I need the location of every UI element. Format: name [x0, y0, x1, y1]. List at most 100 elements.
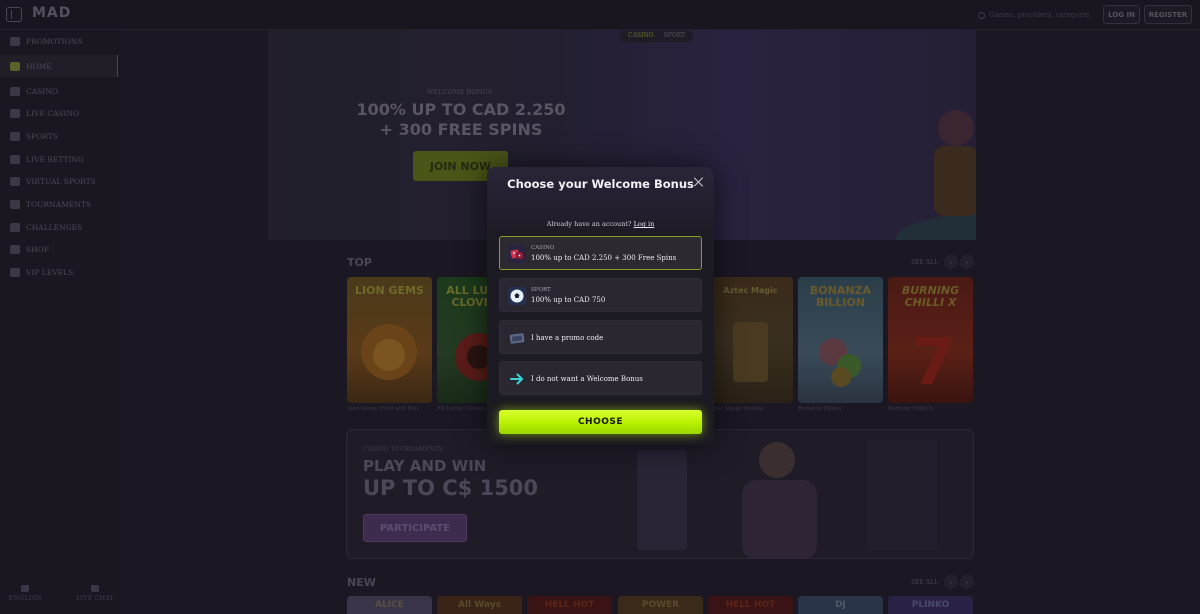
game-art-title: LION GEMS — [355, 284, 424, 297]
new-game-card[interactable]: DJ — [798, 596, 883, 614]
tournament-title-line2: UP TO C$ 1500 — [363, 476, 539, 500]
game-name: Lion Gems: Hold and Win — [347, 406, 419, 412]
game-card-bonanza-billion[interactable]: BONANZA BILLION — [798, 277, 883, 403]
sidebar-item-label: SPORTS — [26, 131, 58, 141]
language-button[interactable]: ENGLISH — [0, 585, 50, 602]
close-icon[interactable] — [693, 176, 705, 188]
game-card-lion-gems[interactable]: LION GEMS — [347, 277, 432, 403]
search-input[interactable] — [989, 11, 1089, 19]
sidebar-item-virtual-sports[interactable]: VIRTUAL SPORTS — [0, 170, 118, 192]
top-bar: MAD LOG IN REGISTER — [0, 0, 1200, 30]
sidebar-item-label: HOME — [26, 61, 52, 71]
participate-button[interactable]: PARTICIPATE — [363, 514, 467, 542]
game-art-title: ALICE — [375, 600, 404, 610]
tab-casino[interactable]: CASINO — [628, 32, 654, 40]
sidebar-toggle-icon[interactable] — [6, 7, 22, 22]
game-art-title: BURNING CHILLI X — [901, 284, 960, 309]
crown-icon — [10, 267, 20, 277]
new-game-card[interactable]: PLINKO — [888, 596, 973, 614]
game-art-title: All Ways — [458, 600, 501, 610]
flag-icon — [21, 585, 29, 592]
hero-title-line2: + 300 FREE SPINS — [379, 120, 543, 139]
sidebar-item-label: LIVE BETTING — [26, 154, 84, 164]
sidebar-item-label: VIRTUAL SPORTS — [26, 176, 96, 186]
sidebar-item-casino[interactable]: CASINO — [0, 80, 118, 102]
game-name: Burning Chilli X — [888, 406, 933, 412]
bonus-option-promo-code[interactable]: I have a promo code — [499, 320, 702, 354]
sidebar-item-challenges[interactable]: CHALLENGES — [0, 216, 118, 238]
tournament-illustration — [637, 440, 937, 558]
tournament-title: PLAY AND WIN UP TO C$ 1500 — [363, 457, 538, 501]
game-art-title: PLINKO — [911, 600, 950, 610]
gift-icon — [10, 36, 20, 46]
sidebar-item-home[interactable]: HOME — [0, 55, 118, 77]
game-art-title: HELL HOT — [725, 600, 776, 610]
game-art-title: POWER — [641, 600, 680, 610]
modal-title: Choose your Welcome Bonus — [507, 177, 694, 191]
bonus-option-casino[interactable]: CASINO 100% up to CAD 2.250 + 300 Free S… — [499, 236, 702, 270]
search-box[interactable] — [978, 6, 1098, 24]
new-game-card[interactable]: HELL HOT — [708, 596, 793, 614]
arrow-right-icon — [510, 373, 523, 385]
sidebar-item-label: TOURNAMENTS — [26, 199, 91, 209]
live-casino-icon — [10, 108, 20, 118]
tab-sport[interactable]: SPORT — [664, 32, 685, 40]
game-card-burning-chilli-x[interactable]: BURNING CHILLI X 7 — [888, 277, 973, 403]
new-next-arrow-icon[interactable]: › — [960, 575, 974, 589]
new-game-card[interactable]: POWER — [618, 596, 703, 614]
account-text: Already have an account? — [546, 220, 632, 228]
game-art-title: BONANZA BILLION — [809, 284, 872, 309]
sidebar-item-tournaments[interactable]: TOURNAMENTS — [0, 193, 118, 215]
option-text: I do not want a Welcome Bonus — [531, 375, 643, 383]
game-card-aztec-magic[interactable]: Aztec Magic — [708, 277, 793, 403]
hero-tabs: CASINO SPORT — [620, 30, 694, 42]
bonus-option-sport[interactable]: SPORT 100% up to CAD 750 — [499, 278, 702, 312]
bonus-option-no-bonus[interactable]: I do not want a Welcome Bonus — [499, 361, 702, 395]
new-game-card[interactable]: HELL HOT — [527, 596, 612, 614]
language-label: ENGLISH — [8, 594, 42, 602]
lion-art — [361, 324, 417, 380]
new-game-card[interactable]: All Ways — [437, 596, 522, 614]
option-category: CASINO — [531, 245, 555, 251]
login-button[interactable]: LOG IN — [1103, 5, 1140, 24]
live-chat-button[interactable]: LIVE CHAT — [70, 585, 120, 602]
sidebar: PROMOTIONS HOME CASINO LIVE CASINO SPORT… — [0, 30, 120, 614]
new-game-card[interactable]: ALICE — [347, 596, 432, 614]
tournament-banner: CASINO TOURNAMENTS PLAY AND WIN UP TO C$… — [346, 429, 974, 559]
sidebar-item-vip-levels[interactable]: VIP LEVELS — [0, 261, 118, 283]
login-link[interactable]: Log in — [634, 220, 655, 228]
top-section-title: TOP — [347, 256, 372, 269]
option-text: 100% up to CAD 750 — [531, 296, 606, 304]
casino-icon — [10, 86, 20, 96]
top-next-arrow-icon[interactable]: › — [960, 255, 974, 269]
sidebar-item-live-betting[interactable]: LIVE BETTING — [0, 148, 118, 170]
trophy-icon — [10, 199, 20, 209]
top-prev-arrow-icon[interactable]: ‹ — [944, 255, 958, 269]
new-see-all-link[interactable]: SEE ALL — [911, 579, 938, 586]
sidebar-footer: ENGLISH LIVE CHAT — [0, 582, 120, 614]
option-category: SPORT — [531, 287, 551, 293]
new-prev-arrow-icon[interactable]: ‹ — [944, 575, 958, 589]
sidebar-item-label: PROMOTIONS — [26, 36, 83, 46]
register-button[interactable]: REGISTER — [1144, 5, 1192, 24]
game-name: Bonanza Billion — [798, 406, 842, 412]
sidebar-item-live-casino[interactable]: LIVE CASINO — [0, 102, 118, 124]
sidebar-item-promotions[interactable]: PROMOTIONS — [0, 30, 118, 52]
aztec-art — [733, 322, 768, 382]
top-see-all-link[interactable]: SEE ALL — [911, 259, 938, 266]
sidebar-item-label: CASINO — [26, 86, 58, 96]
option-text: 100% up to CAD 2.250 + 300 Free Spins — [531, 254, 677, 262]
sidebar-item-label: LIVE CASINO — [26, 108, 80, 118]
virtual-sports-icon — [10, 176, 20, 186]
game-name: Aztec Magic Deluxe — [708, 406, 764, 412]
sidebar-item-sports[interactable]: SPORTS — [0, 125, 118, 147]
logo[interactable]: MAD — [32, 5, 71, 21]
hero-title-line1: 100% UP TO CAD 2.250 — [356, 100, 566, 119]
sidebar-item-shop[interactable]: SHOP — [0, 238, 118, 260]
seven-art: 7 — [911, 326, 956, 392]
chat-icon — [91, 585, 99, 592]
account-line: Already have an account? Log in — [487, 220, 714, 228]
game-art-title: HELL HOT — [544, 600, 595, 610]
live-betting-icon — [10, 154, 20, 164]
choose-button[interactable]: CHOOSE — [499, 410, 702, 434]
